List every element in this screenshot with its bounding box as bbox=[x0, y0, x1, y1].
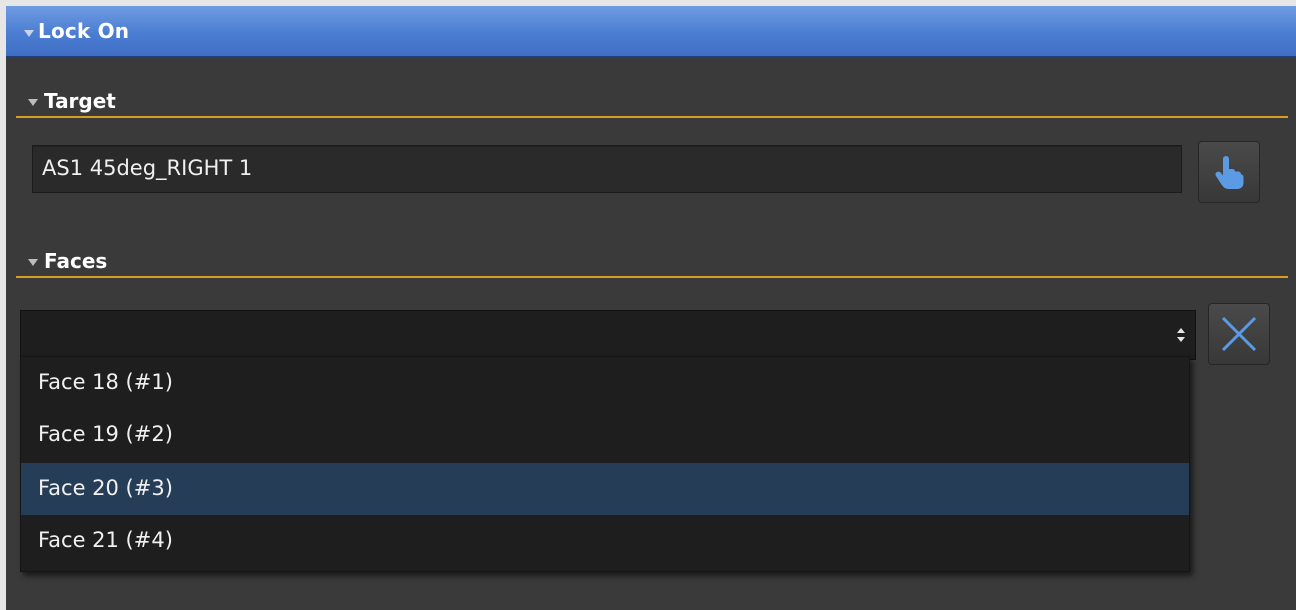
faces-select[interactable] bbox=[20, 310, 1196, 360]
select-chevron-icon[interactable] bbox=[1177, 328, 1185, 344]
close-icon bbox=[1221, 316, 1257, 352]
faces-section-header[interactable]: Faces bbox=[16, 246, 1288, 278]
faces-section-label: Faces bbox=[44, 249, 108, 273]
pick-target-button[interactable] bbox=[1198, 141, 1260, 203]
faces-option-highlighted[interactable]: Face 20 (#3) bbox=[21, 463, 1189, 515]
pointing-hand-icon bbox=[1215, 156, 1244, 189]
target-section-label: Target bbox=[44, 89, 116, 113]
hand-shape bbox=[1215, 156, 1244, 189]
panel-title: Lock On bbox=[38, 19, 130, 43]
faces-option[interactable]: Face 18 (#1) bbox=[21, 357, 1189, 409]
faces-option[interactable]: Face 21 (#4) bbox=[21, 515, 1189, 567]
collapse-triangle-icon[interactable] bbox=[28, 259, 38, 266]
collapse-triangle-icon[interactable] bbox=[28, 99, 38, 106]
clear-faces-button[interactable] bbox=[1208, 303, 1270, 365]
lock-on-panel: Lock On Target AS1 45deg_RIGHT 1 Faces F… bbox=[6, 6, 1296, 610]
target-field[interactable]: AS1 45deg_RIGHT 1 bbox=[32, 145, 1182, 193]
collapse-triangle-icon[interactable] bbox=[24, 30, 34, 37]
target-section-header[interactable]: Target bbox=[16, 86, 1288, 118]
faces-dropdown-list: Face 18 (#1) Face 19 (#2) Face 20 (#3) F… bbox=[20, 356, 1190, 572]
faces-option[interactable]: Face 19 (#2) bbox=[21, 409, 1189, 461]
lock-on-header[interactable]: Lock On bbox=[6, 6, 1296, 58]
